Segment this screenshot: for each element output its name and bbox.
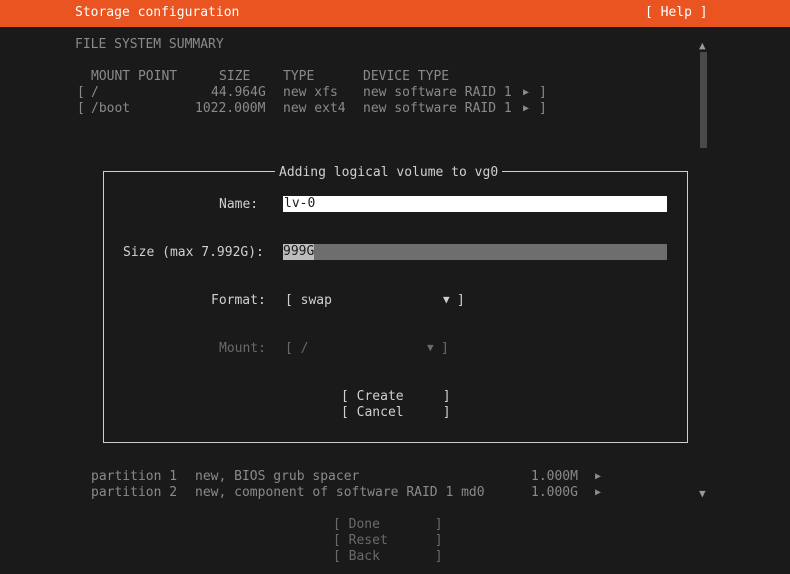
mount-select-end: ] [441, 341, 449, 356]
name-input[interactable]: lv-0 [283, 196, 667, 212]
partition-desc: new, component of software RAID 1 md0 [195, 485, 485, 500]
name-input-value: lv-0 [284, 196, 316, 211]
name-label: Name: [219, 197, 259, 212]
row-size: 1022.000M [195, 101, 266, 116]
header-bar: Storage configuration [ Help ] [0, 0, 790, 27]
partition-name: partition 2 [91, 485, 178, 500]
create-button[interactable]: [ Create ] [341, 389, 451, 405]
cancel-button[interactable]: [ Cancel ] [341, 405, 451, 421]
help-button[interactable]: [ Help ] [645, 5, 708, 21]
size-label: Size (max 7.992G): [123, 245, 264, 260]
col-type: TYPE [283, 69, 315, 84]
row-bracket-open: [ [77, 85, 85, 100]
chevron-right-icon: ▶ [595, 487, 602, 498]
partition-size: 1.000G [531, 485, 578, 500]
chevron-right-icon: ▶ [523, 87, 530, 98]
chevron-right-icon: ▶ [523, 103, 530, 114]
mount-select-value: [ / [285, 341, 309, 356]
row-size: 44.964G [211, 85, 266, 100]
row-bracket-close: ] [539, 85, 547, 100]
scrollbar-thumb[interactable] [700, 52, 707, 148]
done-button[interactable]: [ Done ] [333, 517, 443, 533]
partition-name: partition 1 [91, 469, 178, 484]
row-device: new software RAID 1 [363, 85, 512, 100]
back-button[interactable]: [ Back ] [333, 549, 443, 565]
partition-desc: new, BIOS grub spacer [195, 469, 360, 484]
format-label: Format: [211, 293, 266, 308]
row-type: new ext4 [283, 101, 346, 116]
dialog-title: Adding logical volume to vg0 [275, 165, 503, 181]
summary-heading: FILE SYSTEM SUMMARY [75, 37, 224, 52]
row-bracket-open: [ [77, 101, 85, 116]
page-title: Storage configuration [75, 5, 240, 20]
size-input-value: 999G [283, 244, 315, 260]
format-select-value: [ swap [285, 293, 332, 308]
row-mount: /boot [91, 101, 131, 116]
chevron-right-icon: ▶ [595, 471, 602, 482]
row-type: new xfs [283, 85, 338, 100]
row-bracket-close: ] [539, 101, 547, 116]
partition-size: 1.000M [531, 469, 578, 484]
chevron-down-icon: ▼ [427, 341, 434, 354]
reset-button[interactable]: [ Reset ] [333, 533, 443, 549]
scroll-down-icon[interactable]: ▼ [699, 486, 706, 502]
chevron-down-icon: ▼ [443, 293, 450, 306]
row-device: new software RAID 1 [363, 101, 512, 116]
mount-label: Mount: [219, 341, 266, 356]
col-mount-point: MOUNT POINT [91, 69, 178, 84]
col-size: SIZE [219, 69, 251, 84]
row-mount: / [91, 85, 99, 100]
size-input[interactable]: 999G [283, 244, 667, 260]
col-device-type: DEVICE TYPE [363, 69, 450, 84]
format-select-end: ] [457, 293, 465, 308]
